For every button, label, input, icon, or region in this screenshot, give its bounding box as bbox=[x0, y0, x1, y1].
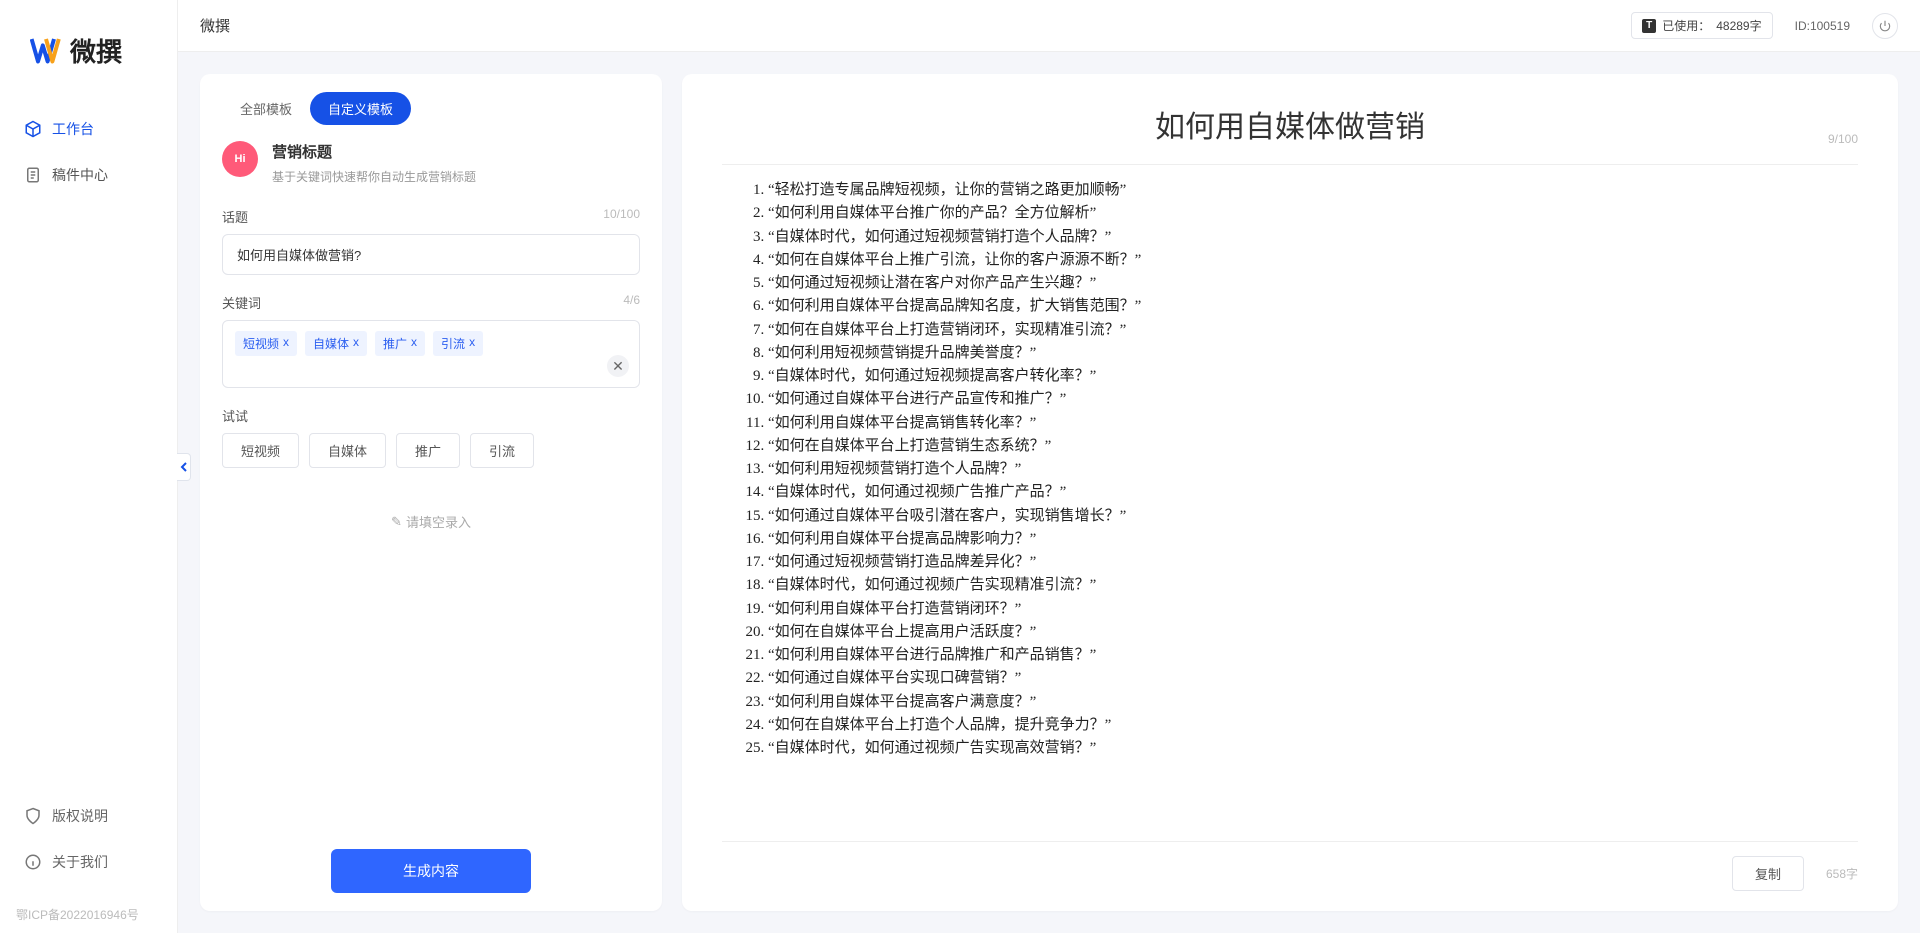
usage-label: 已使用： bbox=[1662, 17, 1710, 34]
output-item: “如何利用自媒体平台提高销售转化率？” bbox=[768, 412, 1858, 435]
main-nav: 工作台 稿件中心 bbox=[0, 109, 177, 786]
brand-name: 微撰 bbox=[70, 32, 122, 69]
chip-remove-icon[interactable]: x bbox=[353, 335, 359, 352]
sidebar-collapse-button[interactable] bbox=[177, 453, 191, 481]
output-item: “自媒体时代，如何通过短视频营销打造个人品牌？” bbox=[768, 226, 1858, 249]
output-item: “如何利用自媒体平台提高品牌知名度，扩大销售范围？” bbox=[768, 295, 1858, 318]
topic-count: 10/100 bbox=[603, 207, 640, 226]
keywords-label: 关键词 bbox=[222, 293, 261, 312]
sidebar-item-workspace[interactable]: 工作台 bbox=[10, 109, 167, 149]
topbar: 微撰 T 已使用： 48289字 ID:100519 bbox=[178, 0, 1920, 52]
logo-icon bbox=[30, 37, 62, 65]
power-button[interactable] bbox=[1872, 13, 1898, 39]
output-item: “如何通过自媒体平台进行产品宣传和推广？” bbox=[768, 388, 1858, 411]
suggestion-chip[interactable]: 推广 bbox=[396, 433, 460, 468]
char-count: 658字 bbox=[1826, 865, 1858, 882]
keywords-box[interactable]: 短视频 x 自媒体 x 推广 x 引流 x ✕ bbox=[222, 320, 640, 388]
chip-remove-icon[interactable]: x bbox=[411, 335, 417, 352]
clear-keywords-button[interactable]: ✕ bbox=[607, 355, 629, 377]
user-id: ID:100519 bbox=[1795, 19, 1850, 33]
bottom-nav: 版权说明 关于我们 bbox=[0, 786, 177, 906]
sidebar: 微撰 工作台 稿件中心 版权说明 关于我们 鄂ICP备2022016946号 bbox=[0, 0, 178, 933]
output-item: “如何在自媒体平台上打造个人品牌，提升竞争力？” bbox=[768, 714, 1858, 737]
output-item: “如何通过短视频营销打造品牌差异化？” bbox=[768, 551, 1858, 574]
output-panel: 如何用自媒体做营销 9/100 “轻松打造专属品牌短视频，让你的营销之路更加顺畅… bbox=[682, 74, 1898, 911]
output-item: “如何利用短视频营销打造个人品牌？” bbox=[768, 458, 1858, 481]
output-item: “如何利用自媒体平台推广你的产品？全方位解析” bbox=[768, 202, 1858, 225]
output-item: “如何利用自媒体平台进行品牌推广和产品销售？” bbox=[768, 644, 1858, 667]
doc-icon bbox=[24, 166, 42, 184]
keyword-chip[interactable]: 引流 x bbox=[433, 331, 483, 356]
chip-remove-icon[interactable]: x bbox=[283, 335, 289, 352]
output-item: “如何利用短视频营销提升品牌美誉度？” bbox=[768, 342, 1858, 365]
output-title: 如何用自媒体做营销 bbox=[1155, 102, 1425, 146]
topic-field: 话题 10/100 bbox=[222, 207, 640, 275]
output-item: “如何在自媒体平台上打造营销闭环，实现精准引流？” bbox=[768, 319, 1858, 342]
config-panel: 全部模板 自定义模板 Hi 营销标题 基于关键词快速帮你自动生成营销标题 话题 … bbox=[200, 74, 662, 911]
info-icon bbox=[24, 853, 42, 871]
output-item: “如何利用自媒体平台打造营销闭环？” bbox=[768, 598, 1858, 621]
content-row: 全部模板 自定义模板 Hi 营销标题 基于关键词快速帮你自动生成营销标题 话题 … bbox=[178, 52, 1920, 933]
copy-button[interactable]: 复制 bbox=[1732, 856, 1804, 891]
suggestion-chip[interactable]: 自媒体 bbox=[309, 433, 386, 468]
shield-icon bbox=[24, 807, 42, 825]
output-item: “如何通过自媒体平台吸引潜在客户，实现销售增长？” bbox=[768, 505, 1858, 528]
output-item: “自媒体时代，如何通过视频广告实现精准引流？” bbox=[768, 574, 1858, 597]
generate-button[interactable]: 生成内容 bbox=[331, 849, 531, 893]
suggestion-row: 短视频自媒体推广引流 bbox=[222, 433, 640, 468]
output-title-count: 9/100 bbox=[1828, 132, 1858, 146]
keyword-chip[interactable]: 短视频 x bbox=[235, 331, 297, 356]
output-item: “自媒体时代，如何通过视频广告实现高效营销？” bbox=[768, 737, 1858, 760]
suggestion-chip[interactable]: 短视频 bbox=[222, 433, 299, 468]
sidebar-item-copyright[interactable]: 版权说明 bbox=[10, 796, 167, 836]
output-item: “如何利用自媒体平台提高品牌影响力？” bbox=[768, 528, 1858, 551]
cube-icon bbox=[24, 120, 42, 138]
output-footer: 复制 658字 bbox=[722, 841, 1858, 891]
output-item: “如何在自媒体平台上打造营销生态系统？” bbox=[768, 435, 1858, 458]
tab-all-templates[interactable]: 全部模板 bbox=[222, 92, 310, 125]
usage-value: 48289字 bbox=[1716, 17, 1761, 34]
output-item: “如何利用自媒体平台提高客户满意度？” bbox=[768, 691, 1858, 714]
output-item: “如何在自媒体平台上推广引流，让你的客户源源不断？” bbox=[768, 249, 1858, 272]
output-item: “自媒体时代，如何通过短视频提高客户转化率？” bbox=[768, 365, 1858, 388]
icp-footer: 鄂ICP备2022016946号 bbox=[0, 906, 177, 933]
sidebar-item-about[interactable]: 关于我们 bbox=[10, 842, 167, 882]
page-title: 微撰 bbox=[200, 15, 230, 36]
keywords-count: 4/6 bbox=[623, 293, 640, 312]
template-desc: 基于关键词快速帮你自动生成营销标题 bbox=[272, 168, 476, 185]
try-label: 试试 bbox=[222, 406, 248, 425]
sidebar-item-drafts[interactable]: 稿件中心 bbox=[10, 155, 167, 195]
tab-custom-templates[interactable]: 自定义模板 bbox=[310, 92, 411, 125]
output-item: “轻松打造专属品牌短视频，让你的营销之路更加顺畅” bbox=[768, 179, 1858, 202]
template-tabs: 全部模板 自定义模板 bbox=[222, 92, 640, 125]
output-item: “自媒体时代，如何通过视频广告推广产品？” bbox=[768, 481, 1858, 504]
brand-logo: 微撰 bbox=[0, 0, 177, 109]
suggestions-field: 试试 短视频自媒体推广引流 bbox=[222, 406, 640, 468]
main-area: 微撰 T 已使用： 48289字 ID:100519 全部模板 自定义模板 bbox=[178, 0, 1920, 933]
nav-label: 工作台 bbox=[52, 119, 94, 139]
nav-label: 稿件中心 bbox=[52, 165, 108, 185]
fill-blank-link[interactable]: ✎ 请填空录入 bbox=[222, 512, 640, 531]
keyword-chip[interactable]: 推广 x bbox=[375, 331, 425, 356]
topic-label: 话题 bbox=[222, 207, 248, 226]
template-header: Hi 营销标题 基于关键词快速帮你自动生成营销标题 bbox=[222, 141, 640, 185]
suggestion-chip[interactable]: 引流 bbox=[470, 433, 534, 468]
output-list: “轻松打造专属品牌短视频，让你的营销之路更加顺畅”“如何利用自媒体平台推广你的产… bbox=[722, 179, 1858, 760]
edit-icon: ✎ bbox=[391, 514, 402, 530]
output-item: “如何通过自媒体平台实现口碑营销？” bbox=[768, 667, 1858, 690]
output-body: “轻松打造专属品牌短视频，让你的营销之路更加顺畅”“如何利用自媒体平台推广你的产… bbox=[722, 179, 1858, 831]
keyword-chip[interactable]: 自媒体 x bbox=[305, 331, 367, 356]
output-item: “如何通过短视频让潜在客户对你产品产生兴趣？” bbox=[768, 272, 1858, 295]
text-icon: T bbox=[1642, 19, 1656, 33]
template-icon: Hi bbox=[222, 141, 258, 177]
topic-input[interactable] bbox=[222, 234, 640, 275]
usage-badge[interactable]: T 已使用： 48289字 bbox=[1631, 12, 1772, 39]
output-item: “如何在自媒体平台上提高用户活跃度？” bbox=[768, 621, 1858, 644]
template-name: 营销标题 bbox=[272, 141, 476, 162]
keywords-field: 关键词 4/6 短视频 x 自媒体 x 推广 x 引流 x ✕ bbox=[222, 293, 640, 388]
nav-label: 版权说明 bbox=[52, 806, 108, 826]
divider bbox=[722, 164, 1858, 165]
nav-label: 关于我们 bbox=[52, 852, 108, 872]
chip-remove-icon[interactable]: x bbox=[469, 335, 475, 352]
